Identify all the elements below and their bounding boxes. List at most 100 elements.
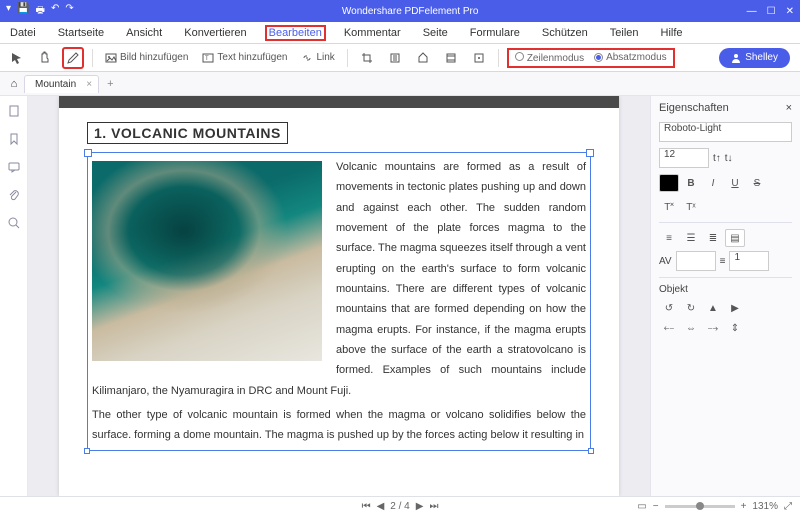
menu-schuetzen[interactable]: Schützen: [538, 25, 592, 41]
view-mode-icon[interactable]: ▭: [637, 501, 646, 512]
save-icon[interactable]: 💾: [17, 3, 29, 20]
italic-button[interactable]: I: [703, 174, 723, 192]
last-page-icon[interactable]: ⏭: [429, 501, 438, 512]
redo-icon[interactable]: ↷: [65, 3, 73, 20]
new-tab-icon[interactable]: +: [99, 78, 121, 90]
link-button[interactable]: Link: [297, 47, 338, 69]
menu-bar: Datei Startseite Ansicht Konvertieren Be…: [0, 22, 800, 44]
obj-align-left-icon[interactable]: ⤌: [659, 319, 679, 337]
zoom-level[interactable]: 131%: [752, 501, 778, 512]
line-spacing-icon: ≡: [720, 256, 726, 267]
font-family-select[interactable]: Roboto-Light: [659, 122, 792, 142]
prev-page-icon[interactable]: ◀: [377, 501, 385, 512]
strikethrough-button[interactable]: S: [747, 174, 767, 192]
selected-text-block[interactable]: Volcanic mountains are formed as a resul…: [87, 152, 591, 451]
resize-handle-icon[interactable]: [588, 448, 594, 454]
home-tab-icon[interactable]: ⌂: [4, 78, 24, 90]
line-spacing-input[interactable]: 1: [729, 251, 769, 271]
rotate-left-icon[interactable]: ↺: [659, 299, 679, 317]
watermark-icon[interactable]: [384, 47, 406, 69]
body-text-2[interactable]: The other type of volcanic mountain is f…: [92, 405, 586, 446]
next-page-icon[interactable]: ▶: [416, 501, 424, 512]
attachments-icon[interactable]: [7, 188, 21, 202]
properties-panel: Eigenschaften × Roboto-Light 12 t↑ t↓ B …: [650, 96, 800, 496]
app-menu-icon[interactable]: ▾: [6, 3, 11, 20]
flip-vertical-icon[interactable]: ▲: [703, 299, 723, 317]
menu-startseite[interactable]: Startseite: [54, 25, 108, 41]
flip-horizontal-icon[interactable]: ▶: [725, 299, 745, 317]
obj-distribute-icon[interactable]: ⇕: [725, 319, 745, 337]
superscript-button[interactable]: T˟: [659, 198, 679, 216]
left-sidebar: [0, 96, 28, 496]
separator: [92, 49, 93, 67]
bold-button[interactable]: B: [681, 174, 701, 192]
maximize-icon[interactable]: ☐: [767, 6, 776, 17]
properties-title: Eigenschaften: [659, 102, 729, 114]
zoom-out-icon[interactable]: −: [653, 501, 659, 512]
user-account-button[interactable]: Shelley: [719, 48, 790, 68]
obj-align-center-icon[interactable]: ⇔: [681, 319, 701, 337]
menu-formulare[interactable]: Formulare: [466, 25, 524, 41]
align-right-button[interactable]: ≣: [703, 229, 723, 247]
section-heading[interactable]: 1. VOLCANIC MOUNTAINS: [87, 122, 288, 144]
page-header-strip: [59, 96, 619, 108]
fullscreen-icon[interactable]: ⤢: [784, 501, 792, 512]
close-icon[interactable]: ✕: [786, 6, 794, 17]
separator: [498, 49, 499, 67]
align-center-button[interactable]: ☰: [681, 229, 701, 247]
document-tabs: ⌂ Mountain × +: [0, 72, 800, 96]
title-bar: ▾ 💾 🖶 ↶ ↷ Wondershare PDFelement Pro — ☐…: [0, 0, 800, 22]
panel-close-icon[interactable]: ×: [786, 102, 792, 114]
menu-teilen[interactable]: Teilen: [606, 25, 643, 41]
add-image-button[interactable]: Bild hinzufügen: [101, 47, 192, 69]
menu-bearbeiten[interactable]: Bearbeiten: [265, 25, 326, 41]
grow-font-icon[interactable]: t↑: [713, 153, 721, 164]
document-tab[interactable]: Mountain ×: [24, 75, 99, 93]
app-title: Wondershare PDFelement Pro: [74, 6, 747, 17]
radio-on-icon: [594, 53, 603, 62]
shrink-font-icon[interactable]: t↓: [725, 153, 733, 164]
header-footer-icon[interactable]: [440, 47, 462, 69]
bates-icon[interactable]: [468, 47, 490, 69]
menu-ansicht[interactable]: Ansicht: [122, 25, 166, 41]
resize-handle-icon[interactable]: [84, 448, 90, 454]
print-icon[interactable]: 🖶: [35, 3, 44, 20]
zoom-slider[interactable]: [665, 505, 735, 508]
menu-datei[interactable]: Datei: [6, 25, 40, 41]
edit-toolbar: Bild hinzufügen TText hinzufügen Link Ze…: [0, 44, 800, 72]
align-left-button[interactable]: ≡: [659, 229, 679, 247]
add-text-button[interactable]: TText hinzufügen: [198, 47, 291, 69]
thumbnails-icon[interactable]: [7, 104, 21, 118]
menu-hilfe[interactable]: Hilfe: [657, 25, 687, 41]
hand-tool-icon[interactable]: [34, 47, 56, 69]
rotate-right-icon[interactable]: ↻: [681, 299, 701, 317]
crop-icon[interactable]: [356, 47, 378, 69]
align-justify-button[interactable]: ▤: [725, 229, 745, 247]
radio-off-icon: [515, 52, 524, 61]
line-mode-radio[interactable]: Zeilenmodus: [515, 52, 584, 64]
document-image[interactable]: [92, 161, 322, 361]
paragraph-mode-radio[interactable]: Absatzmodus: [594, 52, 667, 63]
undo-icon[interactable]: ↶: [51, 3, 59, 20]
edit-tool-icon[interactable]: [62, 47, 84, 69]
document-canvas[interactable]: 1. VOLCANIC MOUNTAINS Volcanic mountains…: [28, 96, 650, 496]
search-icon[interactable]: [7, 216, 21, 230]
menu-konvertieren[interactable]: Konvertieren: [180, 25, 250, 41]
font-color-button[interactable]: [659, 174, 679, 192]
underline-button[interactable]: U: [725, 174, 745, 192]
bookmarks-icon[interactable]: [7, 132, 21, 146]
select-tool-icon[interactable]: [6, 47, 28, 69]
subscript-button[interactable]: Tˣ: [681, 198, 701, 216]
char-spacing-input[interactable]: [676, 251, 716, 271]
zoom-in-icon[interactable]: +: [741, 501, 747, 512]
font-size-select[interactable]: 12: [659, 148, 709, 168]
first-page-icon[interactable]: ⏮: [362, 501, 371, 512]
background-icon[interactable]: [412, 47, 434, 69]
comments-icon[interactable]: [7, 160, 21, 174]
menu-seite[interactable]: Seite: [419, 25, 452, 41]
minimize-icon[interactable]: —: [747, 6, 757, 17]
menu-kommentar[interactable]: Kommentar: [340, 25, 405, 41]
page-indicator[interactable]: 2 / 4: [390, 501, 409, 512]
tab-close-icon[interactable]: ×: [86, 79, 92, 90]
obj-align-right-icon[interactable]: ⤍: [703, 319, 723, 337]
